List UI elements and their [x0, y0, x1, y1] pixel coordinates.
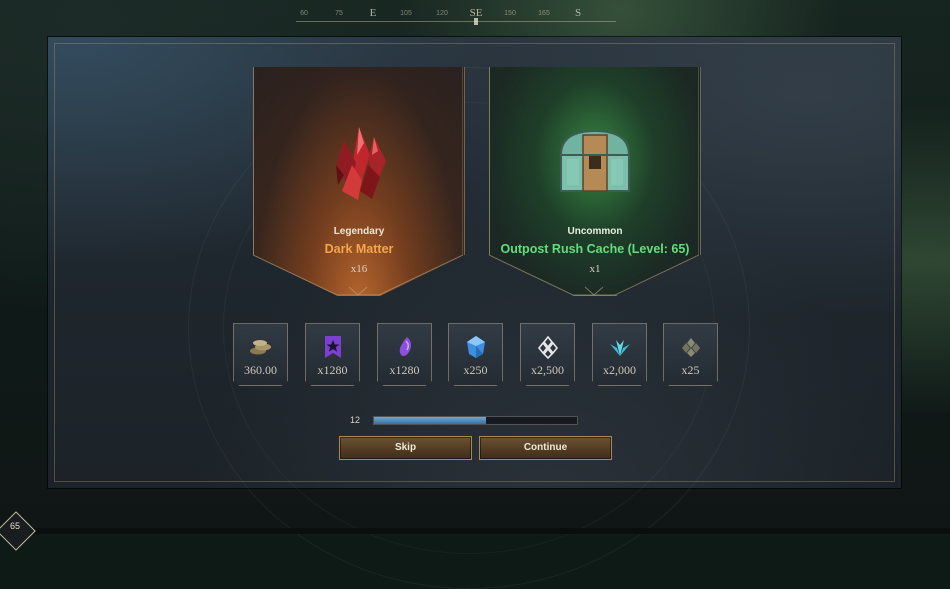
- chest-icon: [559, 129, 631, 192]
- reward-rarity: Legendary: [333, 226, 385, 237]
- azoth-icon: [399, 337, 411, 356]
- player-level: 65: [9, 521, 20, 531]
- compass-line: [296, 21, 616, 22]
- bottom-bar: [0, 528, 950, 534]
- reward-value: x25: [681, 363, 700, 377]
- reward-tile-crystal-flower: x2,000: [592, 323, 647, 386]
- coins-icon: [249, 340, 271, 355]
- reward-value: x250: [463, 363, 488, 377]
- compass-direction-e: E: [369, 7, 377, 19]
- reward-name: Dark Matter: [324, 242, 394, 256]
- reward-value: 360.00: [244, 363, 277, 377]
- countdown-progress-fill: [374, 417, 486, 424]
- reward-value: x2,000: [603, 363, 636, 377]
- mark-icon: [681, 338, 700, 357]
- countdown-progress-bar: [373, 416, 578, 425]
- compass-tick: 150: [504, 10, 516, 17]
- skip-button[interactable]: Skip: [339, 436, 472, 460]
- reward-card-legendary: Legendary Dark Matter x16: [253, 67, 465, 296]
- reward-value: x1280: [389, 363, 420, 377]
- reward-value: x1280: [317, 363, 348, 377]
- reward-name: Outpost Rush Cache (Level: 65): [500, 242, 690, 256]
- compass-marker-icon: [474, 18, 478, 25]
- reward-tile-azoth: x1280: [377, 323, 432, 386]
- compass-tick: 105: [400, 10, 412, 17]
- reward-tile-reputation: x2,500: [520, 323, 575, 386]
- compass-tick: 120: [436, 10, 448, 17]
- compass-bar: 60 75 E 105 120 SE 150 165 S: [296, 4, 616, 26]
- reputation-icon: [537, 335, 558, 360]
- compass-direction-s: S: [574, 7, 582, 19]
- reward-tile-coins: 360.00: [233, 323, 288, 386]
- reward-value: x2,500: [531, 363, 564, 377]
- crystal-flower-icon: [609, 340, 630, 356]
- gem-shard-icon: [466, 336, 485, 358]
- compass-tick: 60: [300, 10, 308, 17]
- crystal-icon: [336, 127, 386, 200]
- compass-tick: 165: [538, 10, 550, 17]
- reward-tile-faction-token: x1280: [305, 323, 360, 386]
- compass-tick: 75: [335, 10, 343, 17]
- reward-tile-mark: x25: [663, 323, 718, 386]
- faction-token-icon: [324, 336, 341, 358]
- reward-rarity: Uncommon: [567, 226, 623, 237]
- reward-card-uncommon: Uncommon Outpost Rush Cache (Level: 65) …: [489, 67, 701, 296]
- countdown-seconds: 12: [350, 415, 361, 425]
- reward-tile-gem-shard: x250: [448, 323, 503, 386]
- continue-button[interactable]: Continue: [479, 436, 612, 460]
